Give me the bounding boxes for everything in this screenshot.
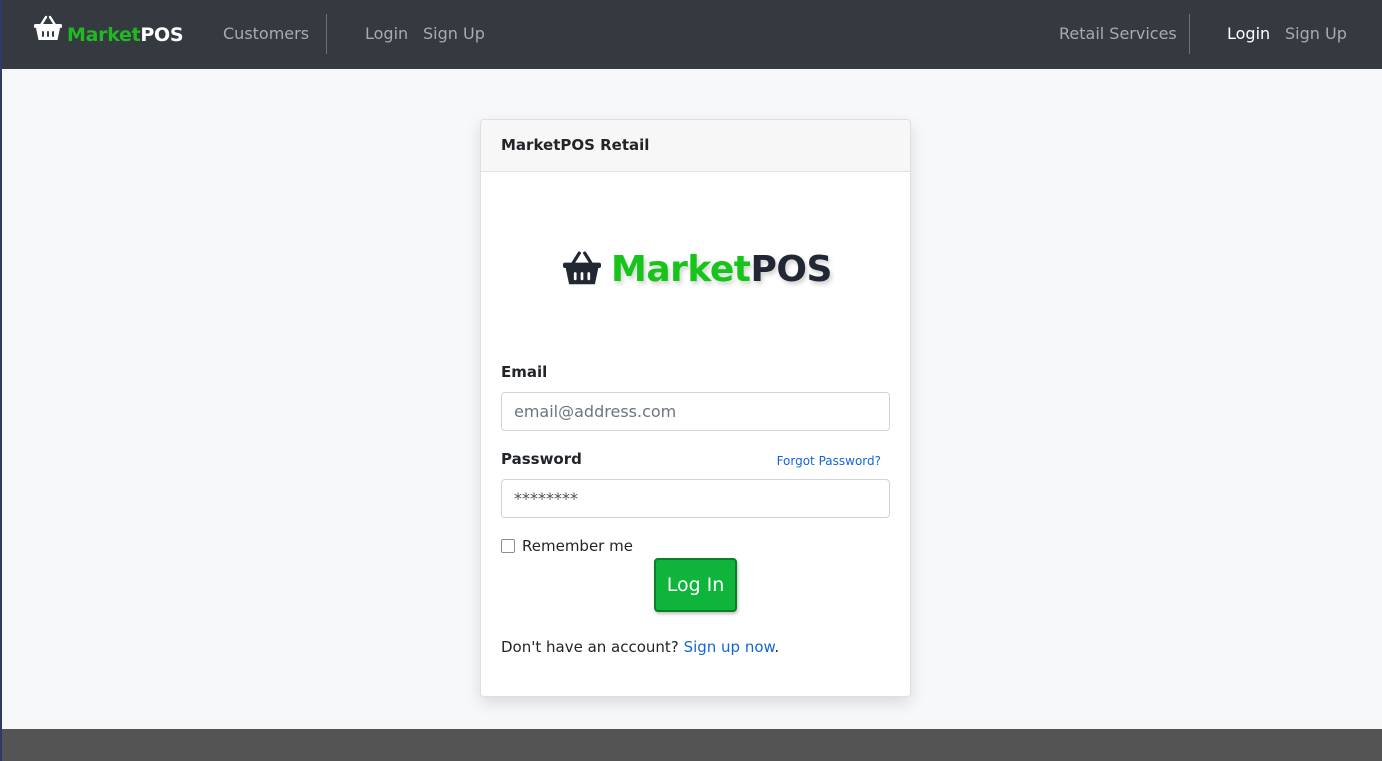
password-label: Password <box>501 450 582 468</box>
nav-divider <box>326 14 327 54</box>
brand-name: MarketPOS <box>67 24 184 46</box>
nav-login-link[interactable]: Login <box>365 24 408 44</box>
signup-suffix: . <box>774 638 780 656</box>
page: MarketPOS Customers Login Sign Up Retail… <box>0 0 1382 761</box>
logo-text: MarketPOS <box>611 249 832 290</box>
brand-logo-link[interactable]: MarketPOS <box>33 12 184 46</box>
basket-icon <box>561 249 603 291</box>
marketpos-logo: MarketPOS <box>561 248 832 292</box>
email-input[interactable] <box>501 392 890 431</box>
nav-customers-link[interactable]: Customers <box>223 24 309 44</box>
remember-me-checkbox[interactable] <box>501 539 515 553</box>
login-card: MarketPOS Retail MarketPOS Email Passwor… <box>480 119 911 697</box>
nav-divider-right <box>1189 14 1190 54</box>
email-label: Email <box>501 363 548 381</box>
nav-signup-link[interactable]: Sign Up <box>423 24 485 44</box>
basket-icon <box>33 14 63 46</box>
nav-login-link-right[interactable]: Login <box>1227 24 1270 44</box>
signup-prompt: Don't have an account? Sign up now. <box>501 637 779 657</box>
password-input[interactable] <box>501 479 890 518</box>
remember-me-row: Remember me <box>501 536 633 556</box>
log-in-button[interactable]: Log In <box>654 558 737 612</box>
page-footer <box>2 729 1382 761</box>
top-navbar: MarketPOS Customers Login Sign Up Retail… <box>2 0 1382 69</box>
signup-prompt-text: Don't have an account? <box>501 638 679 656</box>
nav-signup-link-right[interactable]: Sign Up <box>1285 24 1347 44</box>
card-header: MarketPOS Retail <box>481 120 910 172</box>
remember-me-label[interactable]: Remember me <box>522 536 633 556</box>
sign-up-now-link[interactable]: Sign up now <box>684 638 775 656</box>
nav-retail-services-link[interactable]: Retail Services <box>1059 24 1177 44</box>
forgot-password-link[interactable]: Forgot Password? <box>777 453 881 469</box>
